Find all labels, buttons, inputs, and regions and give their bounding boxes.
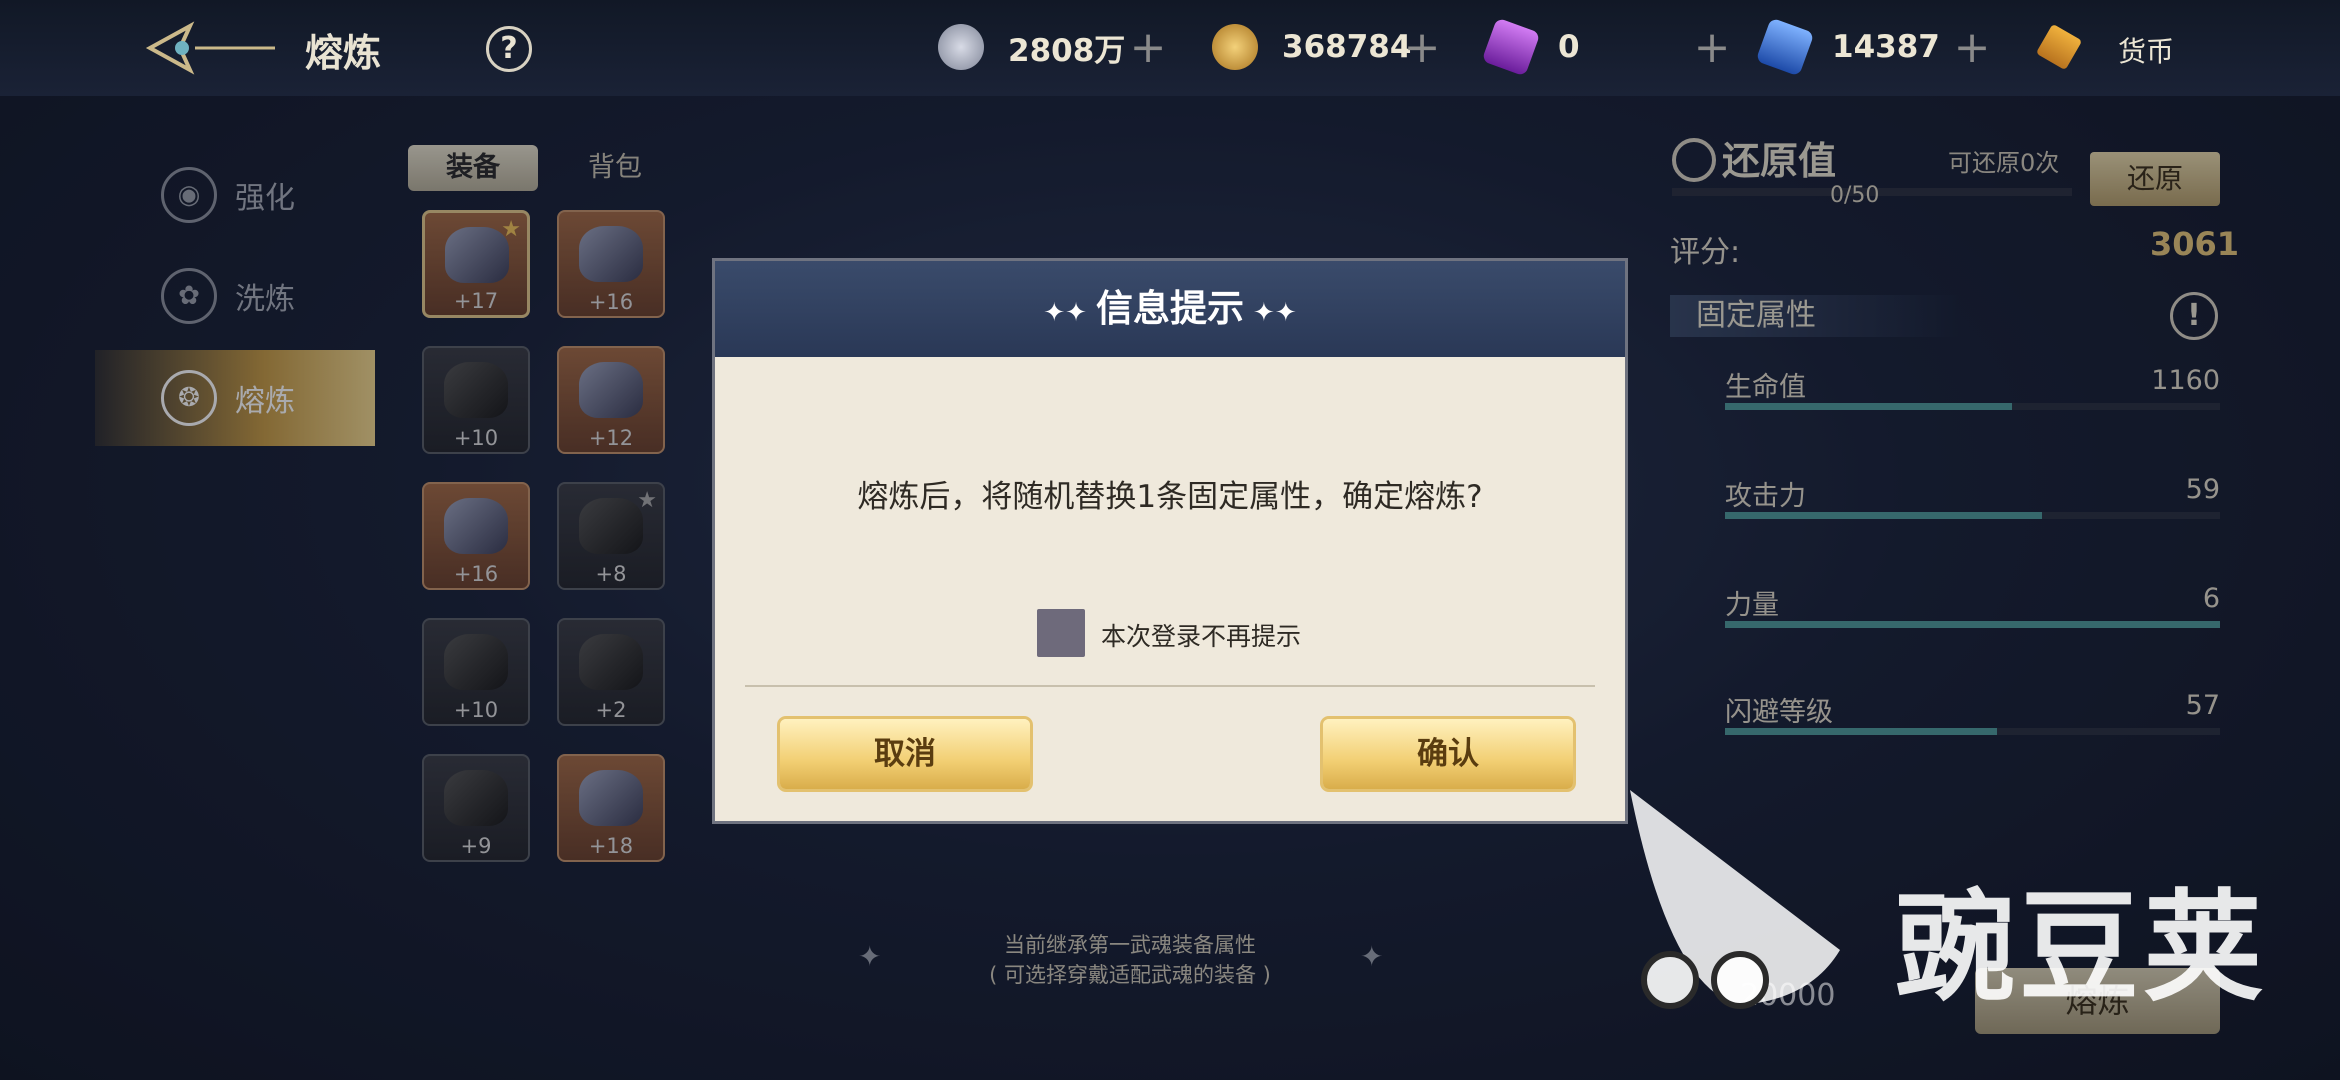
currency-purple: 0 + [1481,17,1732,77]
sparkle-icon: ✦✦ [1043,298,1096,328]
help-icon[interactable]: ? [486,26,532,72]
currency-gold: 368784 + [1212,18,1442,76]
dialog-title: 信息提示 [1096,287,1244,330]
back-arrow-icon[interactable] [140,18,280,78]
add-gold-button[interactable]: + [1402,22,1442,73]
currency-button[interactable]: 货币 [2118,30,2174,70]
watermark-text: 豌豆荚 [1895,879,2267,1018]
currency-blue: 14387 + [1755,17,1992,77]
gold-coin-icon [1212,24,1258,70]
dialog-message: 熔炼后，将随机替换1条固定属性，确定熔炼? [857,479,1483,515]
currency-value: 0 [1558,29,1580,65]
dont-remind-checkbox[interactable] [1037,609,1085,657]
silver-coin-icon [938,24,984,70]
add-purple-gem-button[interactable]: + [1692,22,1732,73]
add-silver-button[interactable]: + [1128,22,1168,73]
watermark-logo-icon [1630,790,1840,1009]
checkbox-label[interactable]: 本次登录不再提示 [1101,617,1301,653]
confirm-button[interactable]: 确认 [1323,719,1573,789]
currency-value: 2808万 [1008,32,1126,69]
sparkle-icon: ✦✦ [1244,298,1297,328]
divider [745,685,1595,687]
blue-crystal-icon [1755,17,1815,77]
add-blue-crystal-button[interactable]: + [1952,22,1992,73]
currency-silver: 2808万 + [938,18,1168,76]
purple-gem-icon [1481,17,1541,77]
page-title: 熔炼 [305,31,382,75]
currency-value: 14387 [1832,29,1940,65]
currency-value: 368784 [1282,29,1412,65]
dialog-header: ✦✦ 信息提示 ✦✦ [715,261,1625,357]
cancel-button[interactable]: 取消 [780,719,1030,789]
info-dialog: ✦✦ 信息提示 ✦✦ 熔炼后，将随机替换1条固定属性，确定熔炼? 本次登录不再提… [712,258,1628,824]
